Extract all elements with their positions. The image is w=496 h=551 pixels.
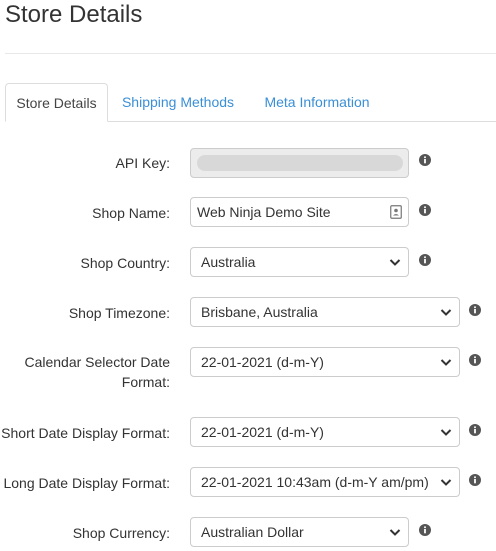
chevron-down-icon [440, 429, 452, 436]
shop-timezone-select[interactable]: Brisbane, Australia [190, 297, 460, 327]
shop-name-input[interactable]: Web Ninja Demo Site [190, 197, 409, 227]
api-key-label: API Key: [115, 155, 170, 171]
shop-currency-value: Australian Dollar [201, 524, 304, 540]
shop-country-select[interactable]: Australia [190, 247, 409, 277]
tab-shipping-methods[interactable]: Shipping Methods [113, 83, 243, 121]
shop-country-label: Shop Country: [80, 255, 171, 271]
short-date-format-select[interactable]: 22-01-2021 (d-m-Y) [190, 417, 460, 447]
store-details-page: Store Details Store Details Shipping Met… [0, 0, 496, 551]
info-circle-icon[interactable] [469, 474, 481, 486]
shop-currency-select[interactable]: Australian Dollar [190, 517, 409, 547]
tab-bar: Store Details Shipping Methods Meta Info… [5, 83, 496, 122]
calendar-format-value: 22-01-2021 (d-m-Y) [201, 354, 324, 370]
api-key-field[interactable] [190, 148, 409, 178]
info-circle-icon[interactable] [419, 154, 431, 166]
contact-card-icon [390, 205, 402, 219]
info-circle-icon[interactable] [469, 304, 481, 316]
api-key-redacted-value [197, 155, 403, 171]
chevron-down-icon [440, 309, 452, 316]
shop-timezone-value: Brisbane, Australia [201, 304, 318, 320]
info-circle-icon[interactable] [469, 354, 481, 366]
tab-store-details[interactable]: Store Details [5, 83, 108, 122]
long-date-format-label: Long Date Display Format: [3, 475, 170, 491]
calendar-format-label-line1: Calendar Selector Date [24, 354, 170, 370]
chevron-down-icon [389, 259, 401, 266]
shop-name-label: Shop Name: [92, 205, 170, 221]
title-divider [5, 53, 496, 54]
info-circle-icon[interactable] [469, 424, 481, 436]
info-circle-icon[interactable] [419, 524, 431, 536]
page-title: Store Details [5, 1, 143, 28]
chevron-down-icon [440, 359, 452, 366]
calendar-format-label: Calendar Selector Date Format: [24, 352, 170, 392]
long-date-format-value: 22-01-2021 10:43am (d-m-Y am/pm) [201, 474, 429, 490]
chevron-down-icon [389, 529, 401, 536]
info-circle-icon[interactable] [419, 254, 431, 266]
shop-name-value: Web Ninja Demo Site [197, 204, 331, 220]
chevron-down-icon [440, 479, 452, 486]
short-date-format-value: 22-01-2021 (d-m-Y) [201, 424, 324, 440]
tab-meta-information[interactable]: Meta Information [252, 83, 382, 121]
calendar-format-label-line2: Format: [121, 374, 170, 390]
calendar-format-select[interactable]: 22-01-2021 (d-m-Y) [190, 347, 460, 377]
shop-currency-label: Shop Currency: [72, 525, 170, 541]
shop-timezone-label: Shop Timezone: [68, 305, 170, 321]
long-date-format-select[interactable]: 22-01-2021 10:43am (d-m-Y am/pm) [190, 467, 460, 497]
shop-country-value: Australia [201, 254, 256, 270]
info-circle-icon[interactable] [419, 204, 431, 216]
short-date-format-label: Short Date Display Format: [1, 425, 170, 441]
